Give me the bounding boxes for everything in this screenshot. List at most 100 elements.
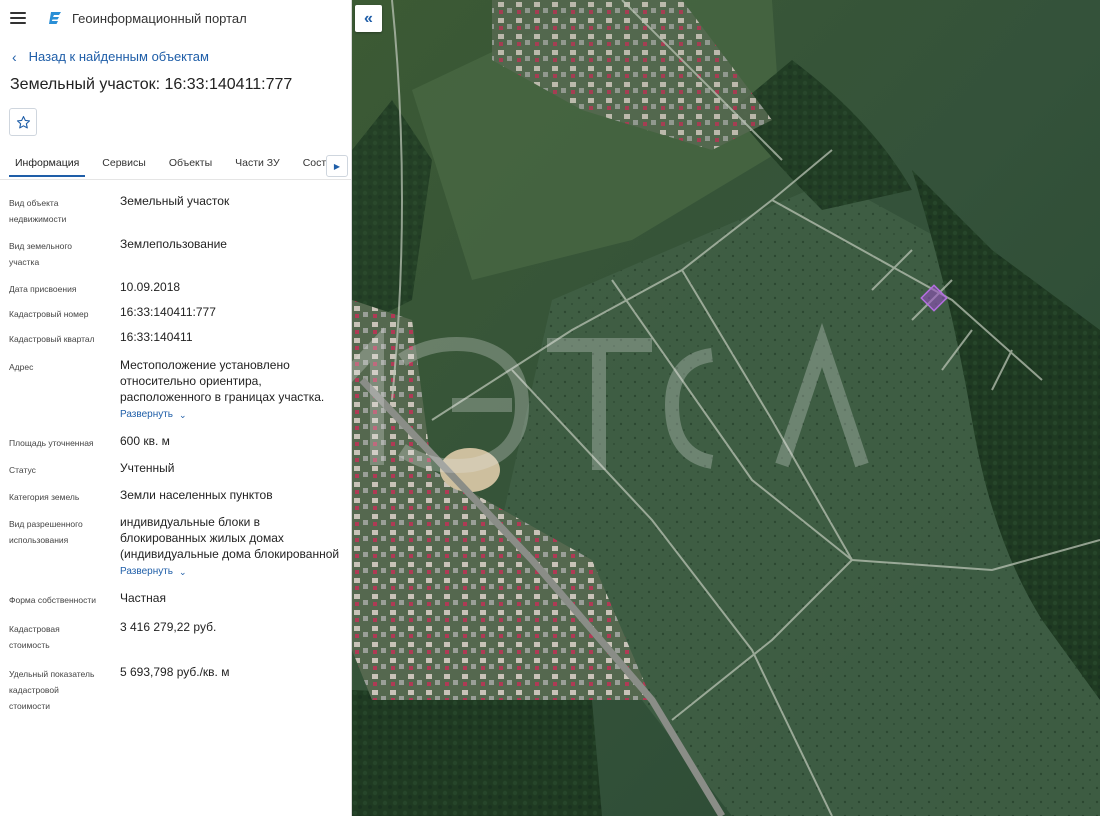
property-label: Категория земель [9, 487, 120, 505]
expand-link-label: Развернуть [120, 409, 174, 420]
property-value-line: Учтенный [120, 461, 175, 475]
property-value-line: относительно ориентира, [120, 374, 262, 388]
property-label: Удельный показатель кадастровой стоимости [9, 664, 120, 714]
property-row: Кадастровый номер 16:33:140411:777 [0, 304, 351, 322]
property-value-line: блокированных жилых домах [120, 531, 284, 545]
property-row: Удельный показатель кадастровой стоимости 5… [0, 664, 351, 714]
property-value: Земли населенных пунктов [120, 487, 348, 505]
property-value: 16:33:140411 [120, 329, 348, 347]
property-label-line: стоимость [9, 640, 50, 650]
chevron-down-icon: ⌄ [179, 410, 187, 420]
info-panel: Геоинформационный портал ‹ Назад к найде… [0, 0, 352, 816]
property-label-line: участка [9, 257, 40, 267]
property-label-line: стоимости [9, 701, 50, 711]
back-link-label: Назад к найденным объектам [28, 49, 209, 64]
property-value-line: Местоположение установлено [120, 358, 290, 372]
property-label-line: кадастровой [9, 685, 59, 695]
property-value-line: Земельный участок [120, 194, 230, 208]
property-label: Вид объекта недвижимости [9, 193, 120, 227]
property-row: Статус Учтенный [0, 460, 351, 478]
property-label: Форма собственности [9, 590, 120, 608]
property-label-line: Вид земельного [9, 241, 73, 251]
property-label-line: Удельный показатель [9, 669, 95, 679]
property-row: Вид земельного участка Землепользование [0, 236, 351, 270]
property-value: индивидуальные блоки в блокированных жилы… [120, 514, 348, 580]
hamburger-icon[interactable] [10, 12, 26, 24]
property-label-line: недвижимости [9, 214, 67, 224]
property-value: 10.09.2018 [120, 279, 348, 297]
property-label-line: Вид объекта [9, 198, 59, 208]
property-label-line: Форма собственности [9, 595, 96, 605]
tab-objects[interactable]: Объекты [163, 149, 218, 177]
property-row: Вид разрешенного использования индивидуаль… [0, 514, 351, 580]
property-label-line: Дата присвоения [9, 284, 77, 294]
property-value: 16:33:140411:777 [120, 304, 348, 322]
property-row: Форма собственности Частная [0, 590, 351, 608]
tab-bar: Информация Сервисы Объекты Части ЗУ Сост… [0, 149, 351, 179]
property-value: 3 416 279,22 руб. [120, 619, 348, 653]
page-title: Земельный участок: 16:33:140411:777 [10, 76, 293, 93]
property-label: Кадастровый номер [9, 304, 120, 322]
property-value: Учтенный [120, 460, 348, 478]
property-value: Местоположение установлено относительно о… [120, 357, 348, 423]
property-label-line: Кадастровая [9, 624, 60, 634]
tab-services[interactable]: Сервисы [96, 149, 152, 177]
expand-link[interactable]: Развернуть ⌄ [120, 564, 187, 580]
property-label-line: Категория земель [9, 492, 80, 502]
property-value-line: Частная [120, 591, 166, 605]
property-label-line: Вид разрешенного [9, 519, 83, 529]
property-label-line: Кадастровый квартал [9, 334, 95, 344]
property-row: Кадастровый квартал 16:33:140411 [0, 329, 351, 347]
favorite-button[interactable] [9, 108, 37, 136]
chevron-left-icon: ‹ [12, 48, 17, 65]
top-bar: Геоинформационный портал [0, 0, 351, 36]
star-icon [16, 115, 30, 128]
property-value: Земельный участок [120, 193, 348, 227]
tab-information[interactable]: Информация [9, 149, 86, 177]
property-row: Площадь уточненная 600 кв. м [0, 433, 351, 451]
property-value-line: 5 693,798 руб./кв. м [120, 665, 230, 679]
property-value: Частная [120, 590, 348, 608]
property-value: 600 кв. м [120, 433, 348, 451]
property-value-line: 16:33:140411 [120, 330, 193, 344]
property-label: Кадастровый квартал [9, 329, 120, 347]
property-row: Кадастровая стоимость 3 416 279,22 руб. [0, 619, 351, 653]
property-label-line: Кадастровый номер [9, 309, 89, 319]
back-to-results-link[interactable]: ‹ Назад к найденным объектам [0, 49, 351, 64]
property-value-line: индивидуальные блоки в [120, 515, 260, 529]
portal-logo-icon[interactable] [48, 10, 64, 26]
property-row: Дата присвоения 10.09.2018 [0, 279, 351, 297]
expand-link[interactable]: Развернуть ⌄ [120, 407, 187, 423]
expand-link-label: Развернуть [120, 566, 174, 577]
property-label-line: Площадь уточненная [9, 438, 94, 448]
property-value-line: Землепользование [120, 237, 227, 251]
property-label: Вид разрешенного использования [9, 514, 120, 580]
property-value: Землепользование [120, 236, 348, 270]
tabs-scroll-right-button[interactable]: ▶ [326, 155, 348, 177]
property-value-line: 10.09.2018 [120, 280, 181, 294]
property-label: Вид земельного участка [9, 236, 120, 270]
app-title: Геоинформационный портал [72, 10, 247, 26]
property-row: Адрес Местоположение установлено относител… [0, 357, 351, 423]
property-label-line: Статус [9, 465, 36, 475]
property-value-line: расположенного в границах участка. [120, 390, 325, 404]
properties-list: Вид объекта недвижимости Земельный участок… [0, 180, 351, 714]
property-value-line: Земли населенных пунктов [120, 488, 273, 502]
property-label: Кадастровая стоимость [9, 619, 120, 653]
collapse-panel-button[interactable]: « [355, 5, 382, 32]
property-label: Площадь уточненная [9, 433, 120, 451]
satellite-map[interactable]: « [352, 0, 1100, 816]
property-label: Адрес [9, 357, 120, 423]
property-value: 5 693,798 руб./кв. м [120, 664, 348, 714]
chevron-down-icon: ⌄ [179, 567, 187, 577]
property-value-line: 600 кв. м [120, 434, 170, 448]
property-value-line: 16:33:140411:777 [120, 305, 216, 319]
property-value-line: 3 416 279,22 руб. [120, 620, 217, 634]
property-value-line: (индивидуальные дома блокированной [120, 547, 340, 561]
property-label: Дата присвоения [9, 279, 120, 297]
property-row: Вид объекта недвижимости Земельный участок [0, 193, 351, 227]
tab-parcel-parts[interactable]: Части ЗУ [229, 149, 286, 177]
property-label: Статус [9, 460, 120, 478]
property-label-line: Адрес [9, 362, 34, 372]
property-row: Категория земель Земли населенных пунктов [0, 487, 351, 505]
